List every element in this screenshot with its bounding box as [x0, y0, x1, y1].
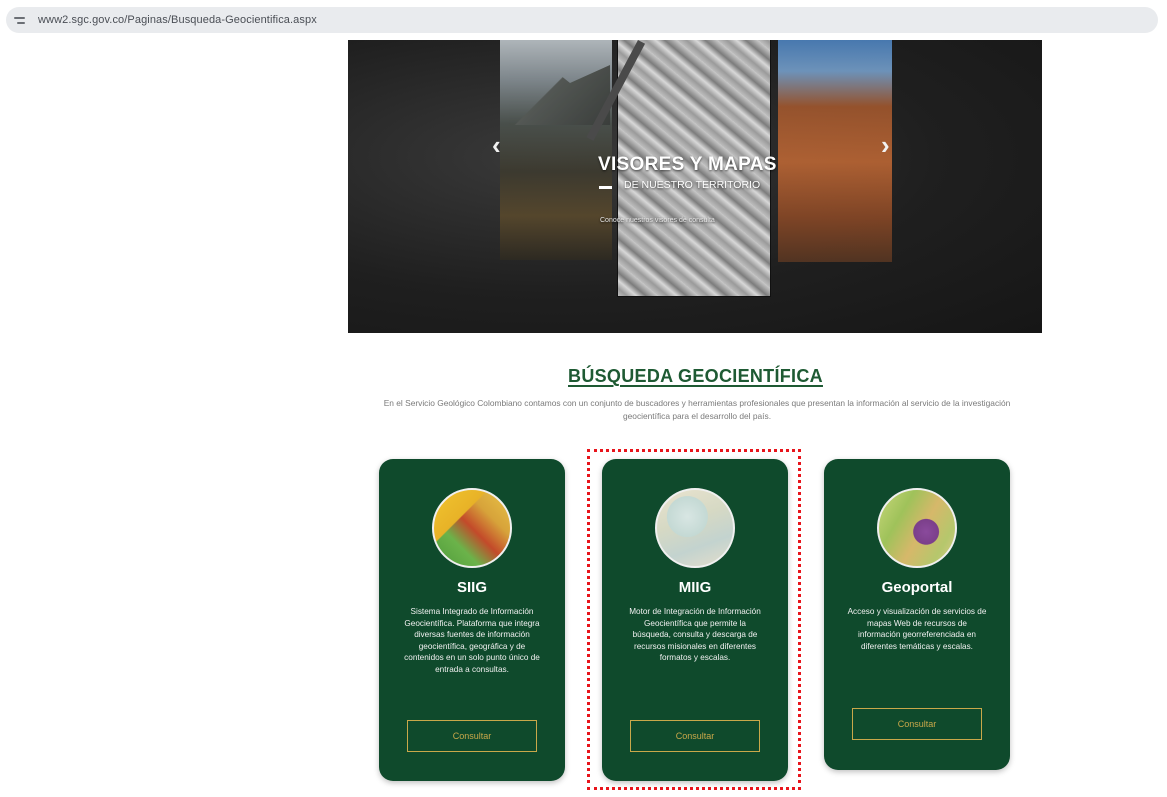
card-siig: SIIG Sistema Integrado de Información Ge…: [379, 459, 565, 781]
carousel-prev-icon[interactable]: ‹: [492, 130, 501, 161]
carousel-next-icon[interactable]: ›: [881, 130, 890, 161]
card-description: Motor de Integración de Información Geoc…: [629, 607, 761, 663]
hero-carousel: ‹ › VISORES Y MAPAS DE NUESTRO TERRITORI…: [348, 40, 1042, 333]
geoportal-map-icon: [877, 488, 957, 568]
hero-image-mountain: [500, 40, 612, 260]
hero-title: VISORES Y MAPAS: [598, 154, 777, 175]
geoportal-consultar-button[interactable]: Consultar: [852, 708, 982, 740]
card-title: MIIG: [678, 579, 712, 596]
hero-subtitle: DE NUESTRO TERRITORIO: [624, 179, 761, 191]
hero-image-canyon: [778, 40, 892, 262]
hero-title-underline: [599, 186, 612, 189]
card-title: Geoportal: [881, 579, 953, 596]
hero-caption[interactable]: Conoce nuestros visores de consulta: [600, 217, 715, 224]
site-settings-icon[interactable]: [14, 13, 28, 27]
miig-map-icon: [655, 488, 735, 568]
siig-consultar-button[interactable]: Consultar: [407, 720, 537, 752]
section-heading: BÚSQUEDA GEOCIENTÍFICA: [0, 366, 1167, 387]
url-text: www2.sgc.gov.co/Paginas/Busqueda-Geocien…: [38, 14, 317, 26]
section-title: BÚSQUEDA GEOCIENTÍFICA: [568, 366, 823, 386]
browser-address-bar: www2.sgc.gov.co/Paginas/Busqueda-Geocien…: [0, 0, 1167, 40]
section-description: En el Servicio Geológico Colombiano cont…: [383, 398, 1011, 421]
card-title: SIIG: [456, 579, 487, 596]
card-description: Acceso y visualización de servicios de m…: [847, 607, 987, 651]
siig-map-icon: [432, 488, 512, 568]
miig-consultar-button[interactable]: Consultar: [630, 720, 760, 752]
card-miig: MIIG Motor de Integración de Información…: [602, 459, 788, 781]
card-geoportal: Geoportal Acceso y visualización de serv…: [824, 459, 1010, 770]
url-field[interactable]: www2.sgc.gov.co/Paginas/Busqueda-Geocien…: [6, 7, 1158, 33]
card-description: Sistema Integrado de Información Geocien…: [404, 607, 540, 674]
